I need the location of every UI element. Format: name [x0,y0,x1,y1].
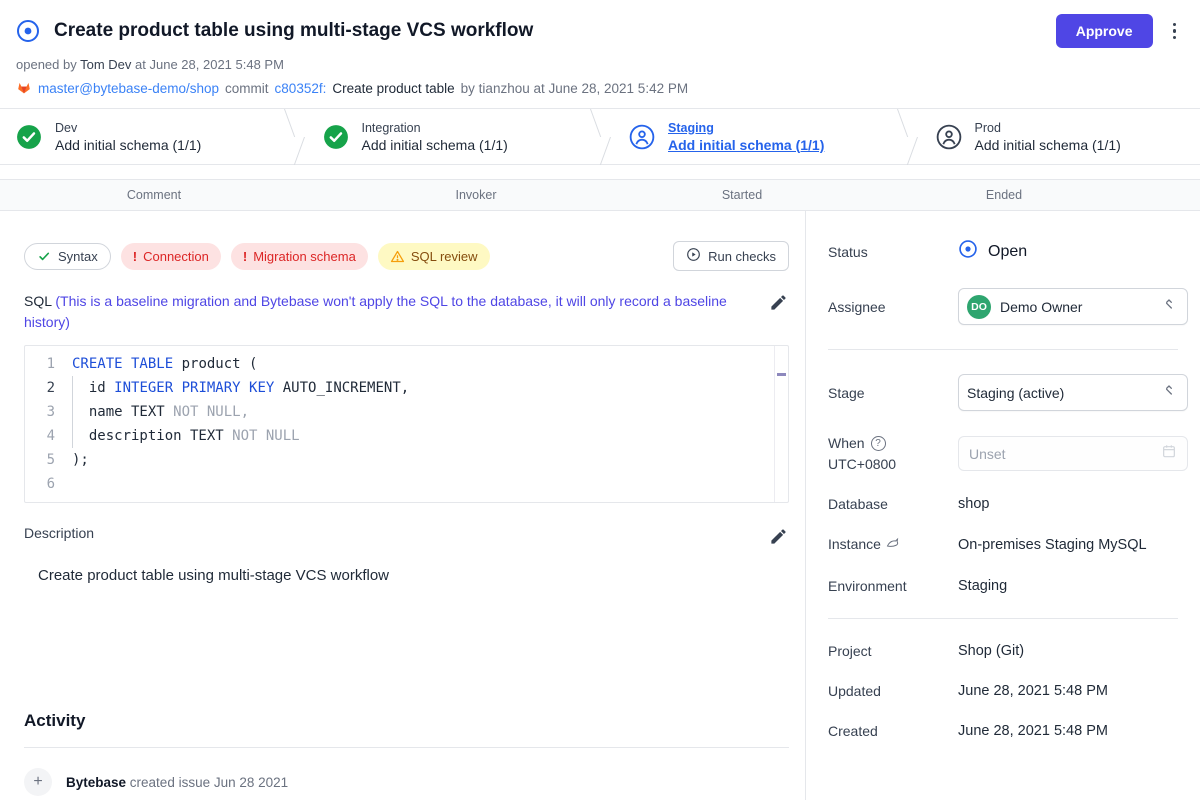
pipeline-stage-staging[interactable]: StagingAdd initial schema (1/1) [613,109,894,164]
activity-section: Activity +Bytebase created issue Jun 28 … [24,711,789,798]
updated-value: June 28, 2021 5:48 PM [958,683,1108,699]
calendar-icon [1161,443,1177,464]
task-table-header: CommentInvokerStartedEnded [0,179,1200,211]
activity-item: +Bytebase created issue Jun 28 2021 [24,768,789,798]
edit-sql-pencil-icon[interactable] [769,293,789,313]
pipeline-stage-integration[interactable]: IntegrationAdd initial schema (1/1) [307,109,588,164]
stage-pipeline: DevAdd initial schema (1/1) IntegrationAd… [0,108,1200,165]
code-line: 6 [25,472,772,496]
code-line: 3 name TEXT NOT NULL, [25,400,772,424]
open-status-icon [958,239,978,264]
sidebar-row-when: When?UTC+0800Unset [828,435,1188,472]
pipeline-stage-prod[interactable]: ProdAdd initial schema (1/1) [920,109,1200,164]
approve-button[interactable]: Approve [1056,14,1153,48]
select-updown-icon [1161,296,1177,317]
check-badge-sql-review[interactable]: SQL review [378,243,490,270]
edit-description-pencil-icon[interactable] [769,527,789,547]
stage-done-check-icon [323,124,349,150]
issue-header: Create product table using multi-stage V… [0,0,1200,108]
code-line: 2 id INTEGER PRIMARY KEY AUTO_INCREMENT, [25,376,772,400]
run-checks-button[interactable]: Run checks [673,241,789,271]
vcs-commit-line: master@bytebase-demo/shop commit c80352f… [16,79,1184,98]
issue-open-status-icon [16,19,40,43]
task-table-col-started: Started [660,188,824,202]
when-help-icon[interactable]: ? [871,436,886,451]
environment-value: Staging [958,578,1007,594]
timezone-label: UTC+0800 [828,456,958,472]
project-value: Shop (Git) [958,643,1024,659]
task-table-col-invoker: Invoker [292,188,660,202]
stage-separator-chevron [587,109,613,164]
commit-hash-link[interactable]: c80352f: [275,81,327,96]
sidebar-divider [828,618,1178,619]
stage-assignee-icon [629,124,655,150]
check-badge-syntax[interactable]: Syntax [24,243,111,270]
sidebar-row-instance: InstanceOn-premises Staging MySQL [828,536,1188,554]
code-line: 1CREATE TABLE product ( [25,352,772,376]
opened-by-name: Tom Dev [80,57,131,72]
instance-value: On-premises Staging MySQL [958,537,1147,553]
commit-message: Create product table [332,81,454,96]
sidebar-row-updated: UpdatedJune 28, 2021 5:48 PM [828,683,1188,699]
gitlab-icon [16,79,32,98]
mysql-dolphin-icon [885,536,900,554]
task-table-col-comment: Comment [16,188,292,202]
editor-scrollbar[interactable] [774,346,788,502]
issue-sidebar: StatusOpen AssigneeDODemo Owner StageStagi… [805,211,1200,800]
database-value: shop [958,496,989,512]
stage-separator-chevron [894,109,920,164]
check-badge-migration-schema[interactable]: !Migration schema [231,243,368,270]
issue-status-value: Open [958,239,1027,264]
stage-select[interactable]: Staging (active) [958,374,1188,411]
description-section-header: Description [24,525,789,547]
sql-label: SQL [24,293,52,309]
sql-code-editor[interactable]: 1CREATE TABLE product (2 id INTEGER PRIM… [24,345,789,503]
assignee-select[interactable]: DODemo Owner [958,288,1188,325]
code-line: 4 description TEXT NOT NULL [25,424,772,448]
sql-baseline-note: (This is a baseline migration and Byteba… [24,293,727,330]
issue-detail-panel: Syntax !Connection !Migration schema SQL re… [0,211,805,800]
sidebar-row-assignee: AssigneeDODemo Owner [828,288,1188,325]
select-updown-icon [1161,382,1177,403]
more-actions-menu[interactable] [1165,17,1185,46]
play-circle-icon [686,247,701,265]
stage-separator-chevron [281,109,307,164]
sql-section-header: SQL (This is a baseline migration and By… [24,291,789,333]
commit-byline: by tianzhou at June 28, 2021 5:42 PM [461,81,688,96]
description-label: Description [24,525,769,541]
sidebar-row-created: CreatedJune 28, 2021 5:48 PM [828,723,1188,739]
activity-plus-avatar: + [24,768,52,796]
activity-heading: Activity [24,711,789,731]
stage-assignee-icon [936,124,962,150]
pipeline-stage-dev[interactable]: DevAdd initial schema (1/1) [0,109,281,164]
when-date-input[interactable]: Unset [958,436,1188,471]
assignee-avatar: DO [967,295,991,319]
stage-done-check-icon [16,124,42,150]
sidebar-divider [828,349,1178,350]
check-badge-connection[interactable]: !Connection [121,243,221,270]
description-text: Create product table using multi-stage V… [24,567,789,584]
code-line: 5); [25,448,772,472]
sidebar-row-environment: EnvironmentStaging [828,578,1188,594]
opened-by-line: opened by Tom Dev at June 28, 2021 5:48 … [16,57,1184,72]
sidebar-row-project: ProjectShop (Git) [828,643,1188,659]
branch-repo-link[interactable]: master@bytebase-demo/shop [38,81,219,96]
sidebar-row-stage: StageStaging (active) [828,374,1188,411]
task-checks-row: Syntax !Connection !Migration schema SQL re… [24,241,789,271]
created-value: June 28, 2021 5:48 PM [958,723,1108,739]
task-table-col-ended: Ended [824,188,1184,202]
sidebar-row-status: StatusOpen [828,239,1188,264]
sidebar-row-database: Databaseshop [828,496,1188,512]
page-title: Create product table using multi-stage V… [54,20,1056,42]
